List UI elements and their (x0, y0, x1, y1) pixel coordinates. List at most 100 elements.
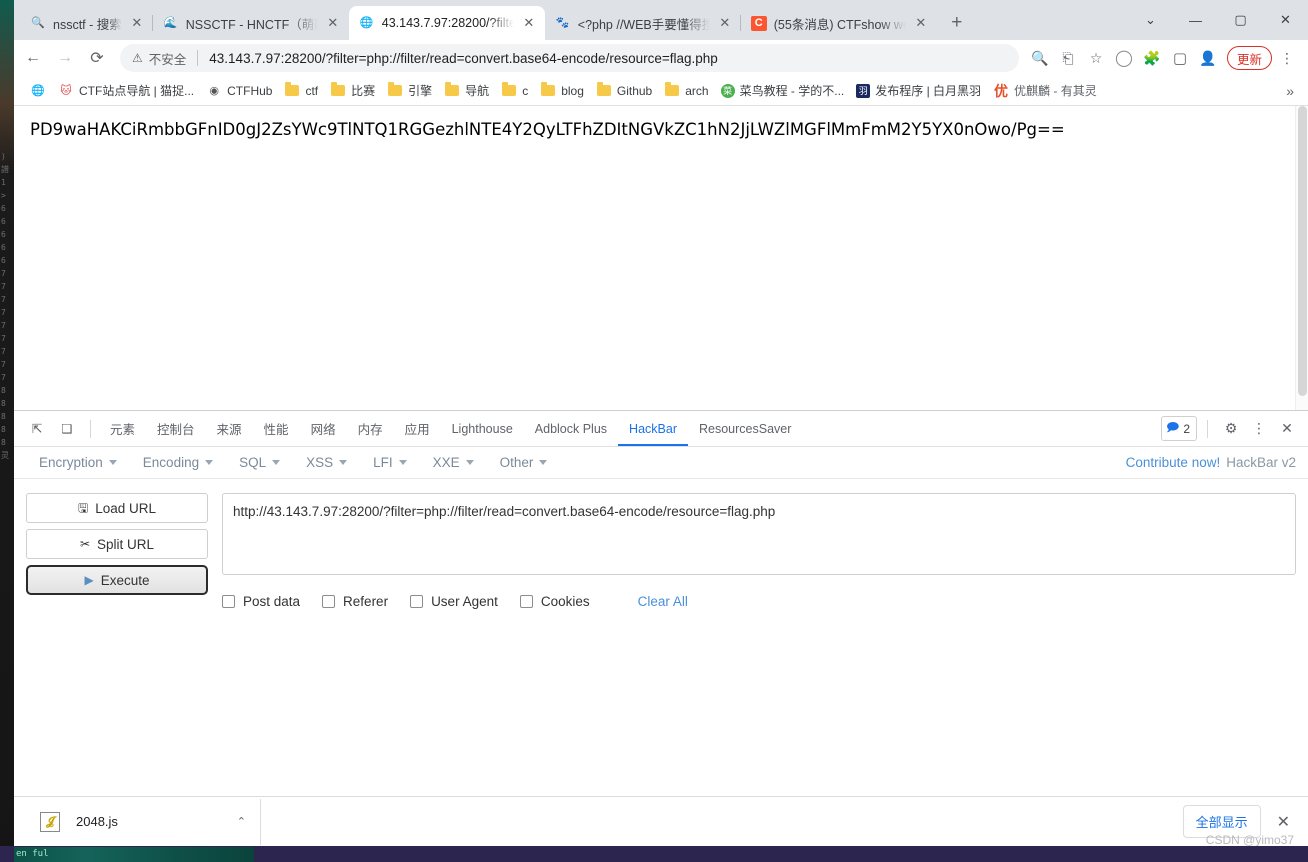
contribute-link[interactable]: Contribute now! (1126, 455, 1221, 470)
devtools-tab-hackbar[interactable]: HackBar (618, 411, 688, 446)
checkbox-referer[interactable]: Referer (322, 594, 388, 609)
bookmark-folder-arch[interactable]: arch (658, 80, 714, 102)
minimize-button[interactable]: — (1173, 4, 1218, 36)
extensions-puzzle-icon[interactable]: 🧩 (1139, 45, 1165, 71)
reload-button[interactable]: ⟳ (82, 43, 112, 73)
clear-all-link[interactable]: Clear All (638, 594, 688, 609)
execute-button[interactable]: ▶ Execute (26, 565, 208, 595)
play-icon: ▶ (84, 574, 93, 586)
bookmark-folder-c[interactable]: c (495, 80, 534, 102)
devtools-tab-performance[interactable]: 性能 (253, 411, 300, 446)
bookmark-star-icon[interactable]: ☆ (1083, 45, 1109, 71)
close-icon[interactable]: ✕ (129, 15, 145, 31)
bookmark-label: ctf (305, 84, 318, 98)
download-item[interactable]: 𝓙 2048.js ⌃ (24, 806, 252, 838)
bookmark-label: blog (561, 84, 584, 98)
menu-label: Other (500, 455, 534, 470)
new-tab-button[interactable]: + (943, 9, 971, 37)
split-url-button[interactable]: ✂ Split URL (26, 529, 208, 559)
runoob-icon: 菜 (721, 84, 735, 98)
hackbar-menu-sql[interactable]: SQL (226, 455, 293, 470)
tab-search-chevron-down-icon[interactable]: ⌄ (1128, 4, 1173, 36)
avatar-icon[interactable]: 👤 (1195, 45, 1221, 71)
maximize-button[interactable]: ▢ (1218, 4, 1263, 36)
chevron-down-icon (272, 460, 280, 465)
close-icon[interactable]: ✕ (325, 15, 341, 31)
devtools-message-count[interactable]: 🗩 2 (1161, 416, 1197, 441)
bookmark-folder-ctf[interactable]: ctf (278, 80, 324, 102)
downloads-close-icon[interactable]: ✕ (1273, 812, 1294, 832)
hackbar-menu-xss[interactable]: XSS (293, 455, 360, 470)
close-window-button[interactable]: ✕ (1263, 4, 1308, 36)
devtools-tab-sources[interactable]: 来源 (206, 411, 253, 446)
devtools-close-icon[interactable]: ✕ (1274, 416, 1300, 442)
bookmark-folder-engine[interactable]: 引擎 (381, 79, 438, 102)
chevron-down-icon (205, 460, 213, 465)
hackbar-menu-xxe[interactable]: XXE (420, 455, 487, 470)
browser-tab-3-active[interactable]: 🌐 43.143.7.97:28200/?filter ✕ (349, 6, 545, 40)
url-input[interactable] (222, 493, 1296, 575)
url-text: 43.143.7.97:28200/?filter=php://filter/r… (209, 51, 718, 66)
devtools-tab-elements[interactable]: 元素 (99, 411, 146, 446)
browser-menu-button[interactable]: ⋮ (1274, 45, 1300, 71)
checkbox-post-data[interactable]: Post data (222, 594, 300, 609)
browser-tab-2[interactable]: 🌊 NSSCTF - HNCTF（萌新 ✕ (153, 6, 349, 40)
hackbar-menu-lfi[interactable]: LFI (360, 455, 420, 470)
close-icon[interactable]: ✕ (913, 15, 929, 31)
bookmark-folder-nav[interactable]: 导航 (438, 79, 495, 102)
bookmark-folder-blog[interactable]: blog (534, 80, 590, 102)
bookmark-item-0[interactable]: 🌐 (24, 80, 52, 102)
hackbar-menu-encryption[interactable]: Encryption (26, 455, 130, 470)
inspect-element-icon[interactable]: ⇱ (22, 415, 52, 443)
bookmarks-overflow-button[interactable]: » (1278, 83, 1302, 99)
scrollbar-thumb[interactable] (1298, 106, 1307, 396)
sidepanel-icon[interactable]: ▢ (1167, 45, 1193, 71)
bookmark-item-ubuntukylin[interactable]: 优 优麒麟 - 有其灵 (987, 79, 1103, 102)
checkbox-box[interactable] (322, 595, 335, 608)
close-icon[interactable]: ✕ (717, 15, 733, 31)
update-button[interactable]: 更新 (1227, 46, 1272, 70)
devtools-tab-adblock-plus[interactable]: Adblock Plus (524, 411, 618, 446)
devtools-tab-network[interactable]: 网络 (300, 411, 347, 446)
gear-icon[interactable]: ⚙ (1218, 416, 1244, 442)
devtools-tabbar: ⇱ ❏ 元素 控制台 来源 性能 网络 内存 应用 Lighthouse Adb… (14, 411, 1308, 447)
browser-tab-5[interactable]: C (55条消息) CTFshow web ✕ (741, 6, 937, 40)
bookmark-item-ctf-nav[interactable]: 🐱 CTF站点导航 | 猫捉... (52, 79, 200, 102)
devtools-tab-memory[interactable]: 内存 (347, 411, 394, 446)
zoom-icon[interactable]: 🔍 (1027, 45, 1053, 71)
omnibox[interactable]: ⚠ 不安全 43.143.7.97:28200/?filter=php://fi… (120, 44, 1019, 72)
globe-icon: 🌐 (359, 15, 375, 31)
bookmark-item-ctfhub[interactable]: ◉ CTFHub (200, 80, 278, 102)
devtools-tab-lighthouse[interactable]: Lighthouse (441, 411, 524, 446)
devtools-more-icon[interactable]: ⋮ (1246, 416, 1272, 442)
chevron-up-icon[interactable]: ⌃ (237, 815, 246, 828)
hackbar-menu-encoding[interactable]: Encoding (130, 455, 226, 470)
watermark: CSDN @yimo37 (1206, 833, 1294, 846)
hackbar-menu-other[interactable]: Other (487, 455, 561, 470)
bookmark-item-runoob[interactable]: 菜 菜鸟教程 - 学的不... (715, 79, 851, 102)
browser-tab-4[interactable]: 🐾 <?php //WEB手要懂得搜 ✕ (545, 6, 741, 40)
device-toolbar-icon[interactable]: ❏ (52, 415, 82, 443)
browser-tab-1[interactable]: 🔍 nssctf - 搜索 ✕ (20, 6, 153, 40)
devtools-tab-application[interactable]: 应用 (394, 411, 441, 446)
checkbox-box[interactable] (410, 595, 423, 608)
bookmark-folder-github[interactable]: Github (590, 80, 658, 102)
checkbox-box[interactable] (222, 595, 235, 608)
back-button[interactable]: ← (18, 43, 48, 73)
folder-icon (501, 83, 517, 99)
devtools-tab-console[interactable]: 控制台 (146, 411, 206, 446)
forward-button[interactable]: → (50, 43, 80, 73)
bookmark-folder-contest[interactable]: 比赛 (324, 79, 381, 102)
devtools-tab-resourcessaver[interactable]: ResourcesSaver (688, 411, 802, 446)
checkbox-cookies[interactable]: Cookies (520, 594, 590, 609)
bookmark-item-publish[interactable]: 羽 发布程序 | 白月黑羽 (850, 79, 987, 102)
load-url-button[interactable]: 🖫 Load URL (26, 493, 208, 523)
profile-circle-icon[interactable]: ◯ (1111, 45, 1137, 71)
checkbox-box[interactable] (520, 595, 533, 608)
chevron-down-icon (399, 460, 407, 465)
bookmark-label: 优麒麟 - 有其灵 (1014, 82, 1097, 99)
share-icon[interactable]: ⎗ (1055, 45, 1081, 71)
page-scrollbar[interactable] (1295, 106, 1308, 410)
checkbox-user-agent[interactable]: User Agent (410, 594, 498, 609)
close-icon[interactable]: ✕ (521, 15, 537, 31)
